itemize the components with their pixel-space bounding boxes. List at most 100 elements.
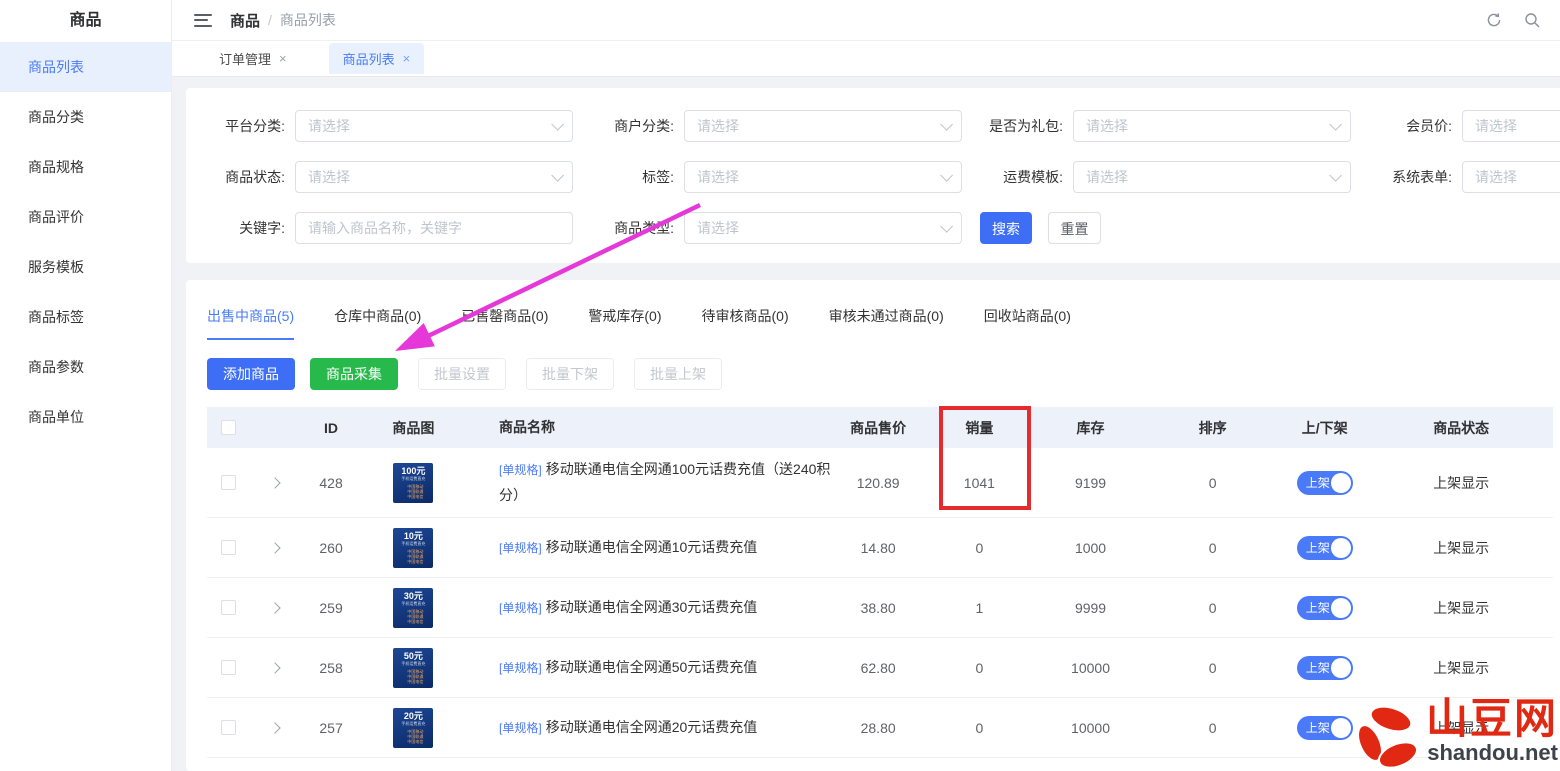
- search-icon[interactable]: [1524, 12, 1540, 28]
- product-status: 上架显示: [1369, 658, 1553, 678]
- col-header-name: 商品名称: [466, 407, 833, 448]
- keyword-input-wrap: [295, 212, 573, 244]
- product-id: 257: [301, 720, 361, 736]
- filter-label-is-gift: 是否为礼包:: [943, 110, 1063, 142]
- content-area: 平台分类: 请选择 商户分类: 请选择 是否为礼包: 请选择 会员价: 请选择 …: [186, 77, 1560, 771]
- expand-row-icon[interactable]: [270, 662, 281, 673]
- sidebar-item-product-category[interactable]: 商品分类: [0, 92, 171, 142]
- chevron-down-icon: [940, 220, 953, 233]
- sidebar-title: 商品: [0, 0, 171, 42]
- merchant-category-select[interactable]: 请选择: [684, 110, 962, 142]
- system-form-select[interactable]: 请选择: [1462, 161, 1560, 193]
- keyword-input[interactable]: [308, 220, 560, 236]
- product-collect-button[interactable]: 商品采集: [310, 358, 398, 390]
- batch-off-shelf-button[interactable]: 批量下架: [526, 358, 614, 390]
- row-checkbox[interactable]: [221, 720, 236, 735]
- product-image[interactable]: 50元 手机话费直充 中国移动 中国联通 中国电信: [393, 648, 433, 688]
- product-sales: 0: [923, 660, 1036, 676]
- product-type-select[interactable]: 请选择: [684, 212, 962, 244]
- shelf-toggle[interactable]: 上架: [1297, 471, 1353, 495]
- product-stock: 10000: [1036, 660, 1145, 676]
- sidebar: 商品 商品列表 商品分类 商品规格 商品评价 服务模板 商品标签 商品参数 商品…: [0, 0, 172, 771]
- sidebar-item-product-tag[interactable]: 商品标签: [0, 292, 171, 342]
- product-price: 38.80: [833, 600, 922, 616]
- tab-low-stock[interactable]: 警戒库存(0): [588, 306, 661, 340]
- product-id: 258: [301, 660, 361, 676]
- add-product-button[interactable]: 添加商品: [207, 358, 295, 390]
- batch-set-button[interactable]: 批量设置: [418, 358, 506, 390]
- route-tab-orders[interactable]: 订单管理 ×: [205, 43, 301, 74]
- toggle-knob: [1331, 538, 1351, 558]
- sidebar-item-service-template[interactable]: 服务模板: [0, 242, 171, 292]
- platform-category-select[interactable]: 请选择: [295, 110, 573, 142]
- filter-label-product-status: 商品状态:: [165, 161, 285, 193]
- expand-row-icon[interactable]: [270, 602, 281, 613]
- product-name[interactable]: [单规格]移动联通电信全网通20元话费充值: [466, 715, 833, 741]
- product-name[interactable]: [单规格]移动联通电信全网通30元话费充值: [466, 595, 833, 621]
- tab-on-sale[interactable]: 出售中商品(5): [207, 306, 294, 340]
- reset-button[interactable]: 重置: [1048, 212, 1101, 244]
- spec-tag: [单规格]: [499, 541, 542, 555]
- tab-sold-out[interactable]: 已售罄商品(0): [461, 306, 548, 340]
- tab-pending-review[interactable]: 待审核商品(0): [702, 306, 789, 340]
- spec-tag: [单规格]: [499, 601, 542, 615]
- topbar: 商品 / 商品列表: [172, 0, 1560, 41]
- product-name[interactable]: [单规格]移动联通电信全网通50元话费充值: [466, 655, 833, 681]
- close-icon[interactable]: ×: [403, 51, 411, 66]
- product-sort: 0: [1145, 720, 1280, 736]
- expand-row-icon[interactable]: [270, 477, 281, 488]
- tag-select[interactable]: 请选择: [684, 161, 962, 193]
- row-checkbox[interactable]: [221, 660, 236, 675]
- product-status: 上架显示: [1369, 538, 1553, 558]
- filter-label-product-type: 商品类型:: [554, 212, 674, 244]
- product-image[interactable]: 20元 手机话费直充 中国移动 中国联通 中国电信: [393, 708, 433, 748]
- batch-on-shelf-button[interactable]: 批量上架: [634, 358, 722, 390]
- member-price-select[interactable]: 请选择: [1462, 110, 1560, 142]
- table-header-row: ID 商品图 商品名称 商品售价 销量 库存 排序 上/下架 商品状态: [207, 407, 1553, 448]
- shelf-toggle[interactable]: 上架: [1297, 716, 1353, 740]
- tab-review-rejected[interactable]: 审核未通过商品(0): [829, 306, 944, 340]
- tab-recycle-bin[interactable]: 回收站商品(0): [984, 306, 1071, 340]
- select-all-checkbox[interactable]: [221, 420, 236, 435]
- refresh-icon[interactable]: [1486, 12, 1502, 28]
- product-name[interactable]: [单规格]移动联通电信全网通100元话费充值（送240积分）: [466, 457, 833, 508]
- sidebar-item-product-list[interactable]: 商品列表: [0, 42, 171, 92]
- tab-in-warehouse[interactable]: 仓库中商品(0): [334, 306, 421, 340]
- menu-collapse-icon[interactable]: [194, 14, 212, 27]
- row-checkbox[interactable]: [221, 600, 236, 615]
- product-image[interactable]: 30元 手机话费直充 中国移动 中国联通 中国电信: [393, 588, 433, 628]
- shelf-toggle[interactable]: 上架: [1297, 596, 1353, 620]
- spec-tag: [单规格]: [499, 721, 542, 735]
- search-button[interactable]: 搜索: [980, 212, 1032, 244]
- row-checkbox[interactable]: [221, 540, 236, 555]
- product-admin-app: 商品 商品列表 商品分类 商品规格 商品评价 服务模板 商品标签 商品参数 商品…: [0, 0, 1560, 771]
- sidebar-item-product-param[interactable]: 商品参数: [0, 342, 171, 392]
- breadcrumb-root[interactable]: 商品: [230, 10, 260, 31]
- product-sales: 0: [923, 540, 1036, 556]
- shipping-template-select[interactable]: 请选择: [1073, 161, 1351, 193]
- expand-row-icon[interactable]: [270, 542, 281, 553]
- sidebar-item-product-spec[interactable]: 商品规格: [0, 142, 171, 192]
- table-row: 259 30元 手机话费直充 中国移动 中国联通 中国电信 [单规格]移动联通电…: [207, 578, 1553, 638]
- shelf-toggle[interactable]: 上架: [1297, 656, 1353, 680]
- close-icon[interactable]: ×: [279, 51, 287, 66]
- col-header-stock: 库存: [1036, 418, 1145, 438]
- product-price: 28.80: [833, 720, 922, 736]
- product-name[interactable]: [单规格]移动联通电信全网通10元话费充值: [466, 535, 833, 561]
- product-image[interactable]: 10元 手机话费直充 中国移动 中国联通 中国电信: [393, 528, 433, 568]
- col-header-id: ID: [301, 420, 361, 436]
- sidebar-item-product-unit[interactable]: 商品单位: [0, 392, 171, 442]
- expand-row-icon[interactable]: [270, 722, 281, 733]
- watermark-name: 山豆网: [1426, 697, 1558, 741]
- spec-tag: [单规格]: [499, 661, 542, 675]
- product-status-select[interactable]: 请选择: [295, 161, 573, 193]
- shelf-toggle[interactable]: 上架: [1297, 536, 1353, 560]
- table-row: 260 10元 手机话费直充 中国移动 中国联通 中国电信 [单规格]移动联通电…: [207, 518, 1553, 578]
- row-checkbox[interactable]: [221, 475, 236, 490]
- product-image[interactable]: 100元 手机话费直充 中国移动 中国联通 中国电信: [393, 463, 433, 503]
- product-stock: 10000: [1036, 720, 1145, 736]
- sidebar-item-product-review[interactable]: 商品评价: [0, 192, 171, 242]
- is-gift-select[interactable]: 请选择: [1073, 110, 1351, 142]
- toggle-knob: [1331, 718, 1351, 738]
- route-tab-product-list[interactable]: 商品列表 ×: [329, 43, 425, 74]
